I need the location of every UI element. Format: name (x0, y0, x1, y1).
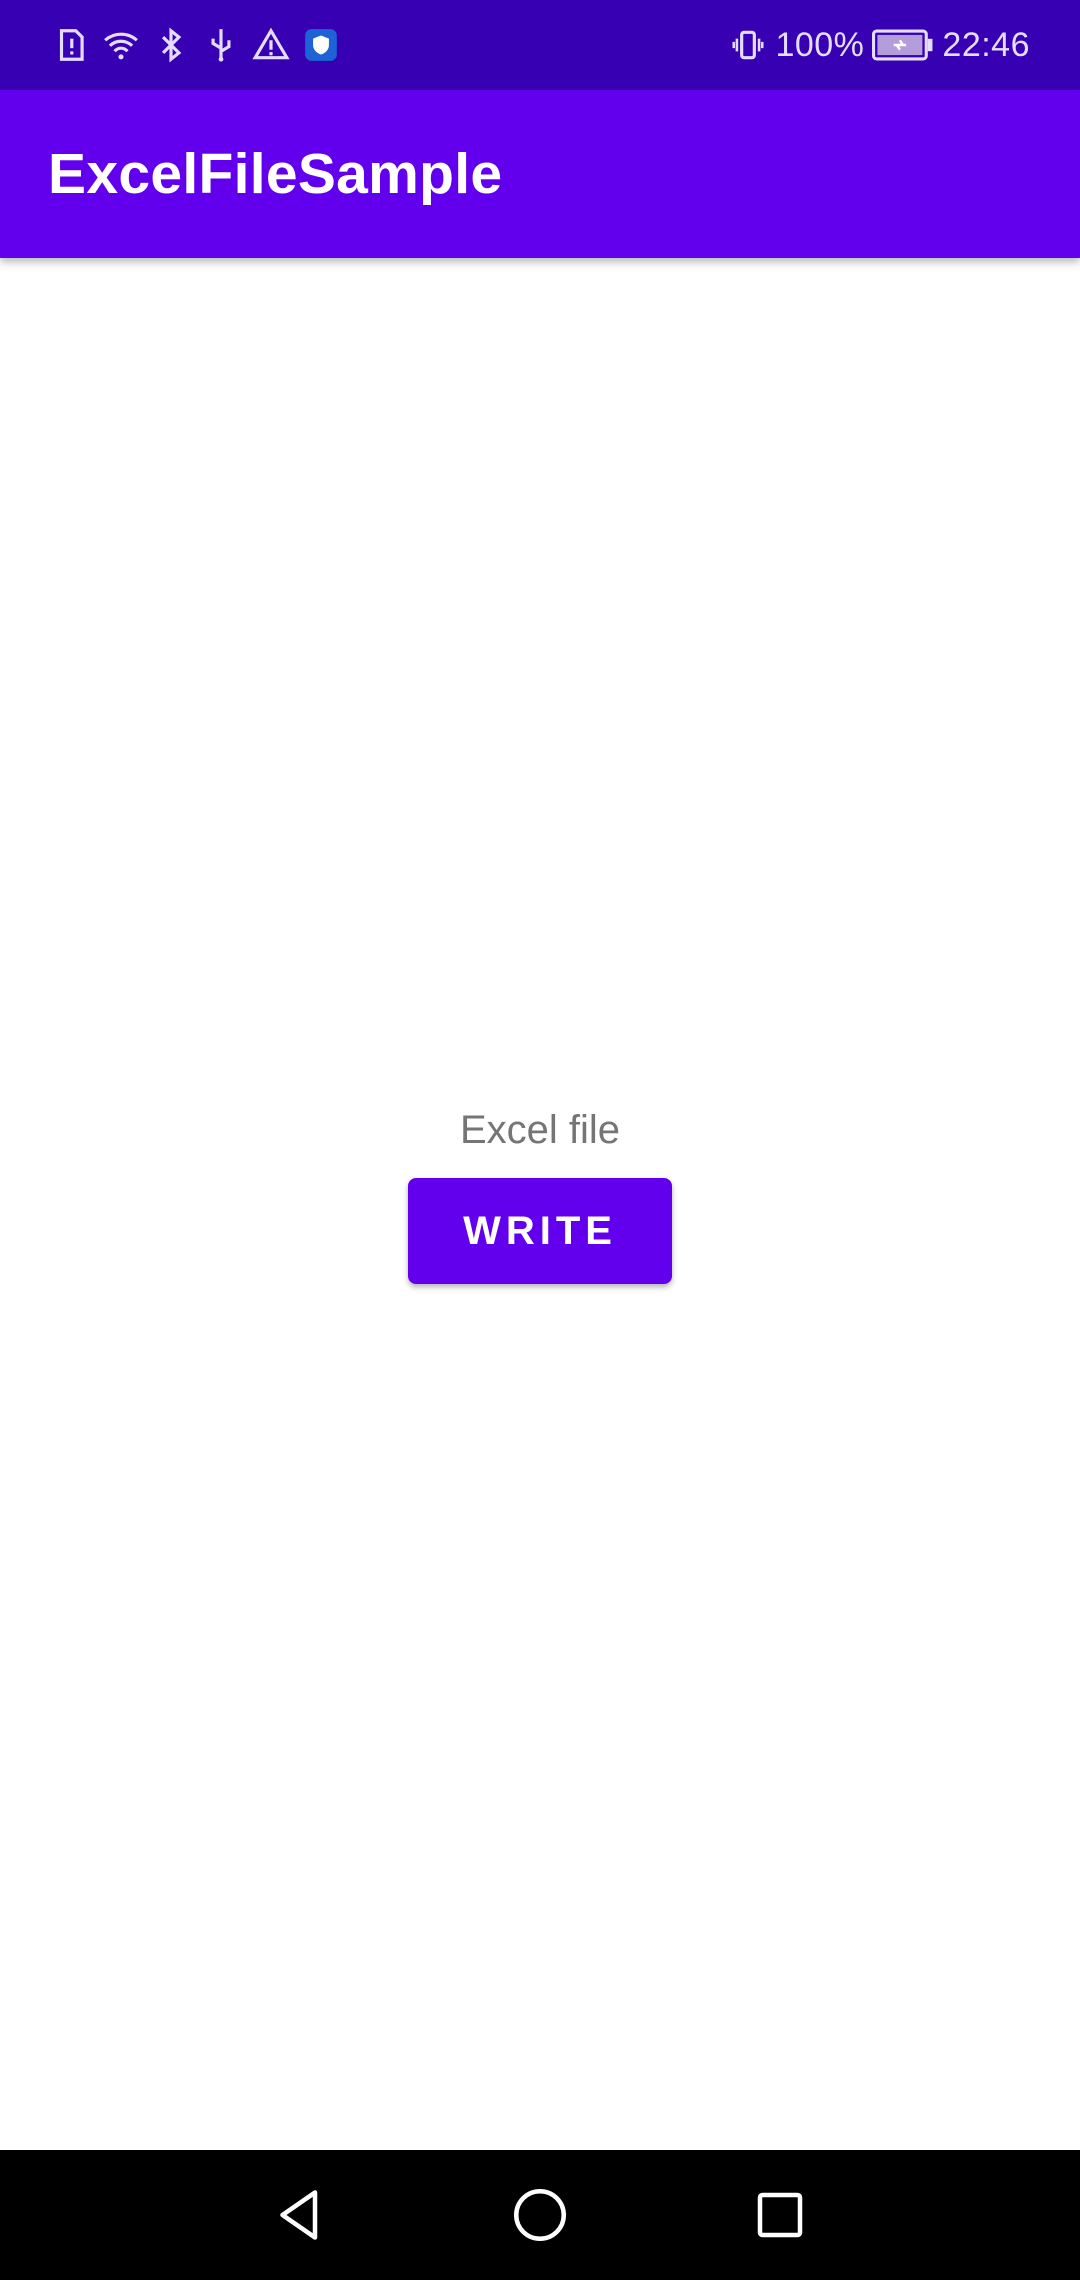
battery-percent: 100% (775, 25, 865, 64)
screen: 100% 22:46 ExcelFileSample Excel file WR… (0, 0, 1080, 2280)
home-button[interactable] (500, 2175, 580, 2255)
bluetooth-icon (152, 25, 190, 65)
excel-file-label: Excel file (459, 1108, 621, 1152)
recents-icon (757, 2192, 803, 2238)
status-icons-left (52, 25, 340, 65)
main-content: Excel file WRITE (0, 258, 1080, 2150)
shield-icon (302, 25, 340, 65)
warning-icon (252, 25, 290, 65)
write-button[interactable]: WRITE (408, 1178, 672, 1284)
sim-alert-icon (52, 25, 90, 65)
navigation-bar (0, 2150, 1080, 2280)
status-bar: 100% 22:46 (0, 0, 1080, 90)
app-bar: ExcelFileSample (0, 90, 1080, 258)
recents-button[interactable] (740, 2175, 820, 2255)
home-icon (514, 2189, 566, 2241)
status-icons-right: 100% 22:46 (729, 25, 1030, 65)
back-button[interactable] (260, 2175, 340, 2255)
status-time: 22:46 (942, 25, 1030, 64)
vibrate-icon (729, 25, 767, 65)
app-title: ExcelFileSample (48, 142, 503, 206)
back-icon (280, 2190, 318, 2240)
usb-icon (202, 25, 240, 65)
battery-charging-icon (872, 25, 934, 65)
wifi-icon (102, 25, 140, 65)
